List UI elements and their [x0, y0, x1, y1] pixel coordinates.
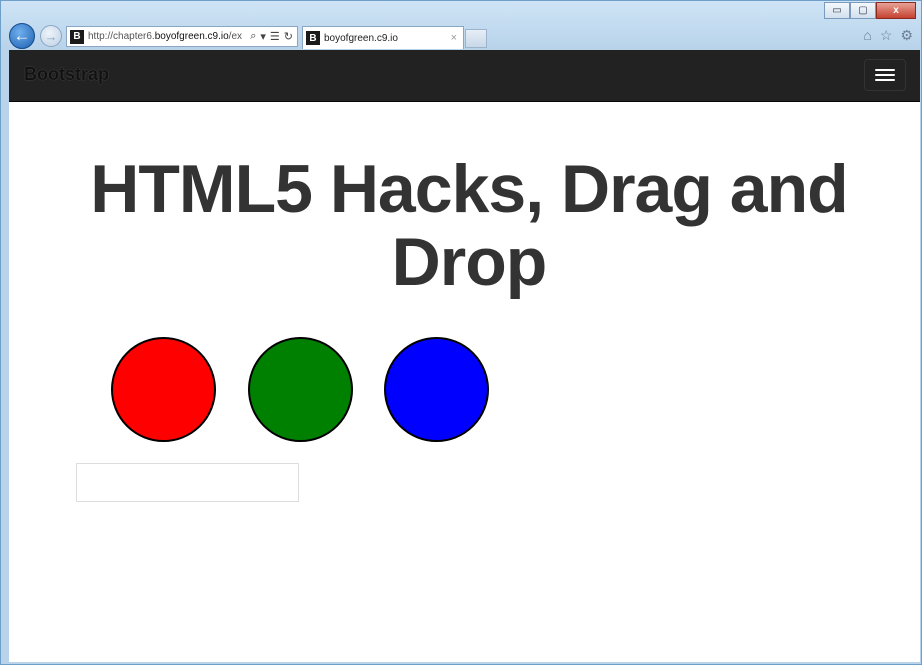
window-controls: ▭ ▢ x	[824, 2, 916, 19]
new-tab-button[interactable]	[465, 29, 487, 48]
minimize-button[interactable]: ▭	[824, 2, 850, 19]
drop-target[interactable]	[76, 463, 299, 502]
url-domain: boyofgreen.c9.io	[154, 31, 229, 42]
favorites-icon[interactable]: ☆	[880, 27, 893, 44]
home-icon[interactable]: ⌂	[863, 27, 871, 44]
navbar-toggle-button[interactable]	[864, 59, 906, 91]
dropdown-icon[interactable]: ▾	[260, 30, 266, 43]
settings-icon[interactable]: ⚙	[900, 27, 913, 44]
refresh-icon[interactable]: ↻	[284, 30, 293, 43]
page-title: HTML5 Hacks, Drag and Drop	[90, 151, 848, 300]
hamburger-icon	[875, 69, 895, 71]
browser-tab[interactable]: B boyofgreen.c9.io ×	[302, 26, 464, 49]
maximize-button[interactable]: ▢	[850, 2, 876, 19]
browser-toolbar: ← → B http://chapter6.boyofgreen.c9.io/e…	[1, 23, 921, 50]
navbar-brand[interactable]: Bootstrap	[24, 64, 109, 85]
draggable-circle-red[interactable]	[111, 337, 216, 442]
maximize-icon: ▢	[858, 5, 868, 16]
browser-window: ▭ ▢ x ← → B http://chapter6.boyofgreen.c…	[0, 0, 922, 665]
close-button[interactable]: x	[876, 2, 916, 19]
draggable-circle-blue[interactable]	[384, 337, 489, 442]
address-bar-icons: ⌕ ▾ ☰ ↻	[246, 30, 297, 43]
hamburger-icon	[875, 79, 895, 81]
forward-button[interactable]: →	[40, 25, 62, 47]
minimize-icon: ▭	[832, 5, 842, 16]
browser-tools: ⌂ ☆ ⚙	[863, 27, 913, 44]
hamburger-icon	[875, 74, 895, 76]
navbar: Bootstrap	[9, 50, 920, 102]
close-icon: x	[893, 5, 899, 16]
address-bar[interactable]: B http://chapter6.boyofgreen.c9.io/ex ⌕ …	[66, 26, 298, 47]
url-prefix: http://chapter6.	[88, 31, 155, 42]
draggable-circle-green[interactable]	[248, 337, 353, 442]
tab-favicon-icon: B	[306, 31, 320, 45]
back-button[interactable]: ←	[9, 23, 35, 49]
page-viewport: Bootstrap HTML5 Hacks, Drag and Drop	[9, 50, 920, 662]
back-arrow-icon: ←	[13, 26, 31, 45]
tab-title: boyofgreen.c9.io	[324, 32, 398, 44]
url-suffix: /ex	[228, 31, 243, 42]
url-text[interactable]: http://chapter6.boyofgreen.c9.io/ex	[88, 31, 246, 42]
forward-arrow-icon: →	[44, 28, 58, 44]
compat-view-icon[interactable]: ☰	[270, 30, 280, 43]
tab-close-icon[interactable]: ×	[451, 32, 463, 44]
site-favicon-icon: B	[70, 29, 84, 44]
search-icon[interactable]: ⌕	[250, 30, 256, 43]
